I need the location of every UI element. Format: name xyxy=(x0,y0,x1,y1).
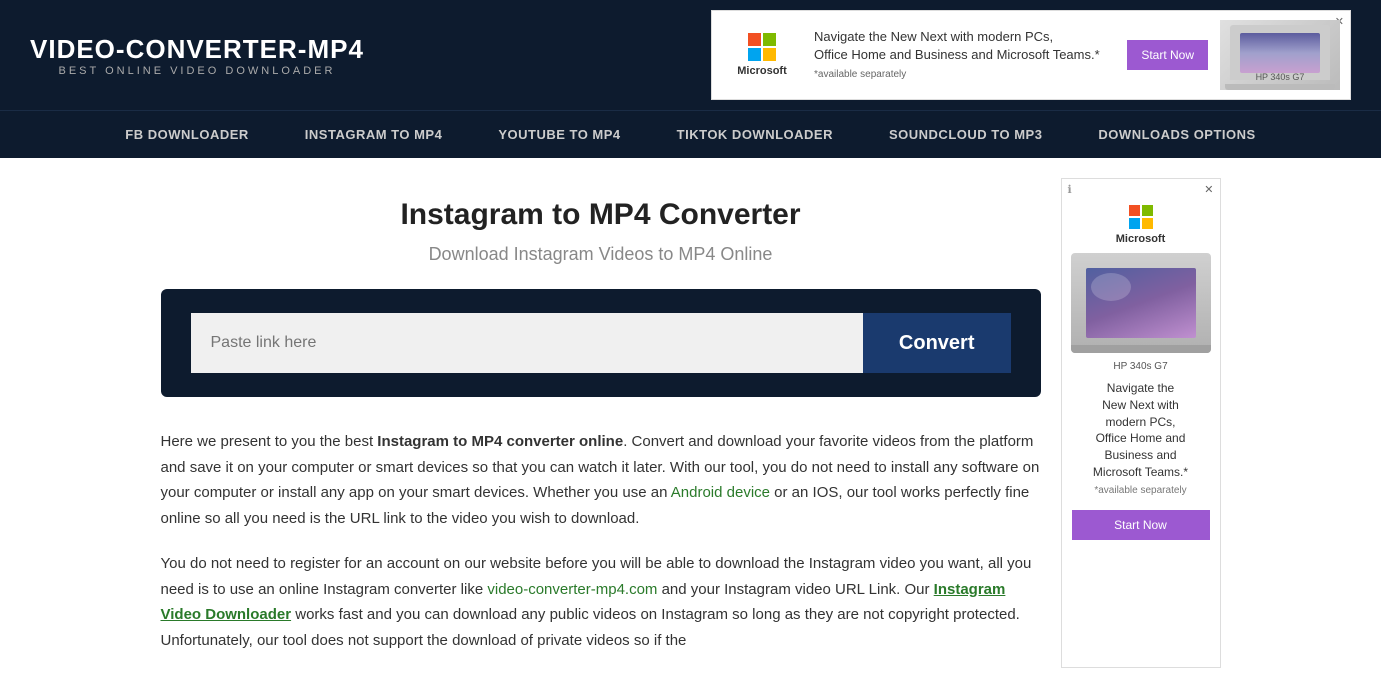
sidebar-ms-logo: Microsoft xyxy=(1116,205,1166,245)
body-paragraph-2: You do not need to register for an accou… xyxy=(161,551,1041,653)
ms-logo-grid xyxy=(748,33,776,61)
sidebar-laptop-screen xyxy=(1086,268,1196,338)
body-paragraph-1: Here we present to you the best Instagra… xyxy=(161,429,1041,531)
ms-green xyxy=(763,33,776,46)
laptop-base xyxy=(1225,84,1335,90)
sidebar-ad-close[interactable]: ✕ xyxy=(1204,183,1213,196)
ms-yellow xyxy=(763,48,776,61)
sidebar-ms-green xyxy=(1142,205,1153,216)
nav-tiktok-downloader[interactable]: TIKTOK DOWNLOADER xyxy=(649,111,861,158)
sidebar-ms-yellow xyxy=(1142,218,1153,229)
android-link[interactable]: Android device xyxy=(671,484,770,501)
header-ad-line2: Office Home and Business and Microsoft T… xyxy=(814,46,1115,64)
page-subtitle: Download Instagram Videos to MP4 Online xyxy=(161,244,1041,265)
ms-label: Microsoft xyxy=(737,65,787,77)
header-ad-ms-logo: Microsoft xyxy=(722,33,802,77)
page-title: Instagram to MP4 Converter xyxy=(161,198,1041,232)
sidebar-ad-text: Navigate the New Next with modern PCs, O… xyxy=(1093,380,1188,498)
laptop-screen xyxy=(1240,33,1320,73)
bold-text-1: Instagram to MP4 converter online xyxy=(377,433,623,450)
logo-subtitle: BEST ONLINE VIDEO DOWNLOADER xyxy=(58,65,335,77)
sidebar-ad-note: *available separately xyxy=(1094,485,1186,496)
sidebar-ad-line6: Microsoft Teams.* xyxy=(1093,464,1188,481)
header-ad-text: Navigate the New Next with modern PCs, O… xyxy=(814,28,1115,83)
header-ad-line1: Navigate the New Next with modern PCs, xyxy=(814,28,1115,46)
laptop-label: HP 340s G7 xyxy=(1220,72,1340,82)
logo-title: VIDEO-CONVERTER-MP4 xyxy=(30,34,364,65)
header-ad-start-btn[interactable]: Start Now xyxy=(1127,40,1208,70)
converter-box: Convert xyxy=(161,289,1041,397)
sidebar-ad-line4: Office Home and xyxy=(1093,430,1188,447)
sidebar-laptop-image xyxy=(1071,253,1211,353)
site-header: VIDEO-CONVERTER-MP4 BEST ONLINE VIDEO DO… xyxy=(0,0,1381,110)
main-nav: FB DOWNLOADER INSTAGRAM TO MP4 YOUTUBE T… xyxy=(0,110,1381,158)
sidebar: ℹ ✕ Microsoft HP 340s G7 Navigate the Ne… xyxy=(1061,178,1221,673)
nav-fb-downloader[interactable]: FB DOWNLOADER xyxy=(97,111,277,158)
convert-button[interactable]: Convert xyxy=(863,313,1011,373)
sidebar-laptop-base xyxy=(1071,345,1211,353)
sidebar-ms-label: Microsoft xyxy=(1116,233,1166,245)
sidebar-ad-info[interactable]: ℹ xyxy=(1068,183,1072,196)
sidebar-ms-blue xyxy=(1129,218,1140,229)
url-input[interactable] xyxy=(191,313,863,373)
content-area: Instagram to MP4 Converter Download Inst… xyxy=(161,178,1041,673)
sidebar-ms-red xyxy=(1129,205,1140,216)
header-ad-banner: ✕ Microsoft Navigate the New Next with m… xyxy=(711,10,1351,100)
main-layout: Instagram to MP4 Converter Download Inst… xyxy=(0,158,1381,693)
ms-blue xyxy=(748,48,761,61)
header-ad-laptop-image: HP 340s G7 xyxy=(1220,20,1340,90)
sidebar-start-btn[interactable]: Start Now xyxy=(1072,510,1210,540)
header-ad-note: *available separately xyxy=(814,69,906,80)
sidebar-laptop-label: HP 340s G7 xyxy=(1113,361,1167,372)
sidebar-ad-line2: New Next with xyxy=(1093,397,1188,414)
sidebar-ad-banner: ℹ ✕ Microsoft HP 340s G7 Navigate the Ne… xyxy=(1061,178,1221,668)
nav-soundcloud-mp3[interactable]: SOUNDCLOUD TO MP3 xyxy=(861,111,1070,158)
site-link[interactable]: video-converter-mp4.com xyxy=(487,581,657,598)
sidebar-ad-line5: Business and xyxy=(1093,447,1188,464)
nav-youtube-mp4[interactable]: YOUTUBE TO MP4 xyxy=(470,111,648,158)
logo: VIDEO-CONVERTER-MP4 BEST ONLINE VIDEO DO… xyxy=(30,34,364,77)
nav-downloads-options[interactable]: DOWNLOADS OPTIONS xyxy=(1070,111,1283,158)
nav-instagram-mp4[interactable]: INSTAGRAM TO MP4 xyxy=(277,111,471,158)
sidebar-ms-grid xyxy=(1129,205,1153,229)
sidebar-ad-line1: Navigate the xyxy=(1093,380,1188,397)
laptop-screen-inner xyxy=(1240,33,1320,73)
sidebar-ad-line3: modern PCs, xyxy=(1093,414,1188,431)
ms-red xyxy=(748,33,761,46)
